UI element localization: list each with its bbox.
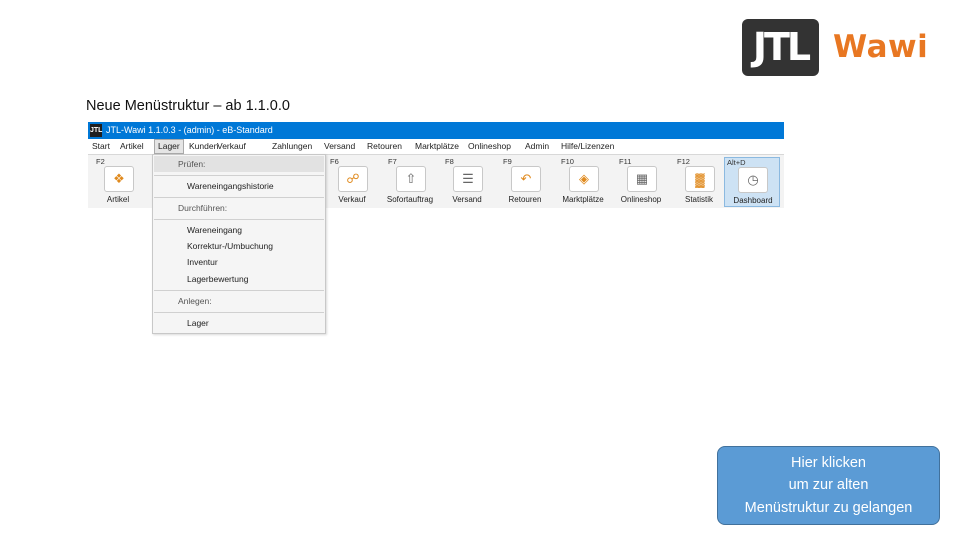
menu-bar: Start Artikel Lager Kunden Verkauf Zahlu…: [88, 139, 784, 155]
menu-start[interactable]: Start: [92, 139, 110, 154]
window-title: JTL-Wawi 1.1.0.3 - (admin) - eB-Standard: [106, 125, 273, 135]
menu-item-inventur[interactable]: Inventur: [187, 257, 218, 267]
shortcut-key: F11: [619, 157, 632, 166]
menu-item-wareneingangshistorie[interactable]: Wareneingangshistorie: [187, 181, 274, 191]
shortcut-key: F8: [445, 157, 454, 166]
shortcut-key: F7: [388, 157, 397, 166]
shortcut-key: F2: [96, 157, 105, 166]
menu-admin[interactable]: Admin: [525, 139, 549, 154]
ribbon-button-marktplaetze[interactable]: F10 ◈ Marktplätze: [559, 157, 607, 207]
menu-item-lager[interactable]: Lager: [187, 318, 209, 328]
menu-versand[interactable]: Versand: [324, 139, 355, 154]
callout-line-2: um zur alten: [788, 477, 869, 494]
ribbon-button-onlineshop[interactable]: F11 ▦ Onlineshop: [617, 157, 665, 207]
callout-line-3: Menüstruktur zu gelangen: [744, 499, 913, 516]
ribbon-button-sofortauftrag[interactable]: F7 ⇧ Sofortauftrag: [386, 157, 434, 207]
menu-verkauf[interactable]: Verkauf: [217, 139, 246, 154]
cart-window-icon: ▦: [627, 166, 657, 192]
separator: [154, 197, 324, 198]
menu-onlineshop[interactable]: Onlineshop: [468, 139, 511, 154]
return-box-icon: ↶: [511, 166, 541, 192]
ribbon-label: Retouren: [508, 195, 542, 204]
ribbon-button-verkauf[interactable]: F6 ☍ Verkauf: [328, 157, 376, 207]
ribbon-label: Marktplätze: [562, 195, 604, 204]
menu-item-lagerbewertung[interactable]: Lagerbewertung: [187, 274, 248, 284]
window-titlebar: JTL JTL-Wawi 1.1.0.3 - (admin) - eB-Stan…: [88, 122, 784, 139]
ribbon-button-statistik[interactable]: F12 ▓ Statistik: [675, 157, 723, 207]
ribbon-label: Sofortauftrag: [386, 195, 434, 204]
menu-zahlungen[interactable]: Zahlungen: [272, 139, 312, 154]
menu-lager[interactable]: Lager: [154, 139, 184, 154]
lager-dropdown-menu: Prüfen: Wareneingangshistorie Durchführe…: [152, 154, 326, 334]
separator: [154, 175, 324, 176]
wawi-logo-word: Wawi: [833, 29, 929, 65]
bar-chart-icon: ▓: [685, 166, 715, 192]
tag-icon: ❖: [104, 166, 134, 192]
old-menu-structure-button[interactable]: Hier klicken um zur alten Menüstruktur z…: [717, 446, 940, 525]
ribbon-label: Verkauf: [338, 195, 366, 204]
menu-artikel[interactable]: Artikel: [120, 139, 144, 154]
section-durchfuehren: Durchführen:: [178, 203, 228, 213]
menu-item-korrektur-umbuchung[interactable]: Korrektur-/Umbuchung: [187, 241, 273, 251]
ribbon-label: Dashboard: [733, 196, 773, 205]
shortcut-key: F9: [503, 157, 512, 166]
section-anlegen: Anlegen:: [178, 296, 212, 306]
gauge-icon: ◷: [738, 167, 768, 193]
slide-heading: Neue Menüstruktur – ab 1.1.0.0: [86, 98, 290, 114]
shortcut-key: Alt+D: [727, 158, 746, 167]
box-arrow-icon: ⇧: [396, 166, 426, 192]
app-icon: JTL: [90, 124, 102, 137]
truck-icon: ☰: [453, 166, 483, 192]
menu-marktplaetze[interactable]: Marktplätze: [415, 139, 459, 154]
separator: [154, 312, 324, 313]
separator: [154, 290, 324, 291]
shopping-bag-icon: ☍: [338, 166, 368, 192]
jtl-logo-mark: JTL: [742, 18, 819, 76]
ribbon-label: Versand: [452, 195, 482, 204]
menu-hilfe-lizenzen[interactable]: Hilfe/Lizenzen: [561, 139, 614, 154]
ribbon-button-artikel[interactable]: F2 ❖ Artikel: [94, 157, 142, 207]
section-pruefen: Prüfen:: [178, 159, 206, 169]
separator: [154, 219, 324, 220]
ribbon-button-retouren[interactable]: F9 ↶ Retouren: [501, 157, 549, 207]
ribbon-button-versand[interactable]: F8 ☰ Versand: [443, 157, 491, 207]
ribbon-label: Artikel: [106, 195, 130, 204]
shortcut-key: F12: [677, 157, 690, 166]
menu-retouren[interactable]: Retouren: [367, 139, 402, 154]
shortcut-key: F10: [561, 157, 574, 166]
ribbon-button-dashboard[interactable]: Alt+D ◷ Dashboard: [724, 157, 780, 207]
layers-icon: ◈: [569, 166, 599, 192]
menu-kunden[interactable]: Kunden: [189, 139, 218, 154]
menu-item-wareneingang[interactable]: Wareneingang: [187, 225, 242, 235]
jtl-wawi-logo: JTL Wawi: [742, 18, 928, 76]
callout-line-1: Hier klicken: [791, 454, 866, 471]
shortcut-key: F6: [330, 157, 339, 166]
ribbon-label: Onlineshop: [620, 195, 662, 204]
